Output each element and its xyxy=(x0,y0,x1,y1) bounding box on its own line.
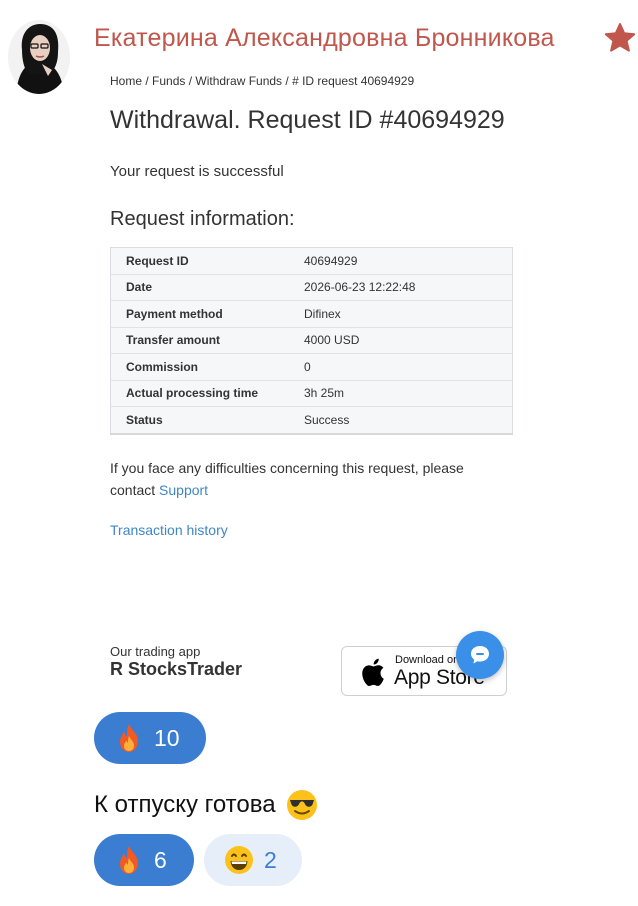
info-key: Payment method xyxy=(110,300,289,328)
reaction-count: 10 xyxy=(154,724,180,751)
star-icon xyxy=(604,23,636,52)
info-value: Difinex xyxy=(289,300,513,328)
message-text: К отпуску готова xyxy=(94,791,276,818)
withdrawal-screenshot: Home / Funds / Withdraw Funds / # ID req… xyxy=(0,60,638,700)
reaction-fire[interactable]: 10 xyxy=(94,712,206,764)
reaction-count: 6 xyxy=(154,846,167,873)
chat-button[interactable] xyxy=(456,631,504,679)
info-key: Date xyxy=(110,274,289,301)
author-name[interactable]: Екатерина Александровна Бронникова xyxy=(94,24,555,53)
info-row: Status Success xyxy=(110,406,513,435)
info-key: Transfer amount xyxy=(110,327,289,354)
apple-icon xyxy=(362,658,384,686)
info-row: Date 2026-06-23 12:22:48 xyxy=(110,274,513,301)
info-key: Status xyxy=(110,406,289,435)
info-value: 0 xyxy=(289,353,513,381)
breadcrumb[interactable]: Home / Funds / Withdraw Funds / # ID req… xyxy=(110,74,414,88)
transaction-history-link[interactable]: Transaction history xyxy=(110,522,228,538)
reaction-fire[interactable]: 6 xyxy=(94,834,194,886)
smiling-face-with-sunglasses-icon xyxy=(286,790,317,820)
info-value: 4000 USD xyxy=(289,327,513,354)
page-title: Withdrawal. Request ID #40694929 xyxy=(110,106,505,134)
fire-icon xyxy=(120,846,138,874)
support-link[interactable]: Support xyxy=(159,482,208,498)
reaction-count: 2 xyxy=(264,846,277,873)
success-message: Your request is successful xyxy=(110,163,284,180)
info-heading: Request information: xyxy=(110,208,295,230)
reaction-grin[interactable]: 2 xyxy=(204,834,302,886)
info-row: Transfer amount 4000 USD xyxy=(110,327,513,354)
grinning-face-icon xyxy=(225,846,253,874)
info-row: Request ID 40694929 xyxy=(110,247,513,275)
info-value: 2026-06-23 12:22:48 xyxy=(289,274,513,301)
info-row: Payment method Difinex xyxy=(110,300,513,328)
chat-bubble-icon xyxy=(471,646,489,664)
info-value: Success xyxy=(289,406,513,435)
info-value: 40694929 xyxy=(289,247,513,275)
app-caption: Our trading app xyxy=(110,644,201,659)
info-row: Commission 0 xyxy=(110,353,513,381)
info-row: Actual processing time 3h 25m xyxy=(110,380,513,407)
message-text-row: К отпуску готова xyxy=(94,789,318,821)
info-value: 3h 25m xyxy=(289,380,513,407)
app-name: R StocksTrader xyxy=(110,659,243,679)
help-text: If you face any difficulties concerning … xyxy=(110,457,510,501)
fire-icon xyxy=(120,724,138,752)
request-info-table: Request ID 40694929 Date 2026-06-23 12:22:4… xyxy=(110,247,513,435)
info-key: Commission xyxy=(110,353,289,381)
info-key: Request ID xyxy=(110,247,289,275)
info-key: Actual processing time xyxy=(110,380,289,407)
